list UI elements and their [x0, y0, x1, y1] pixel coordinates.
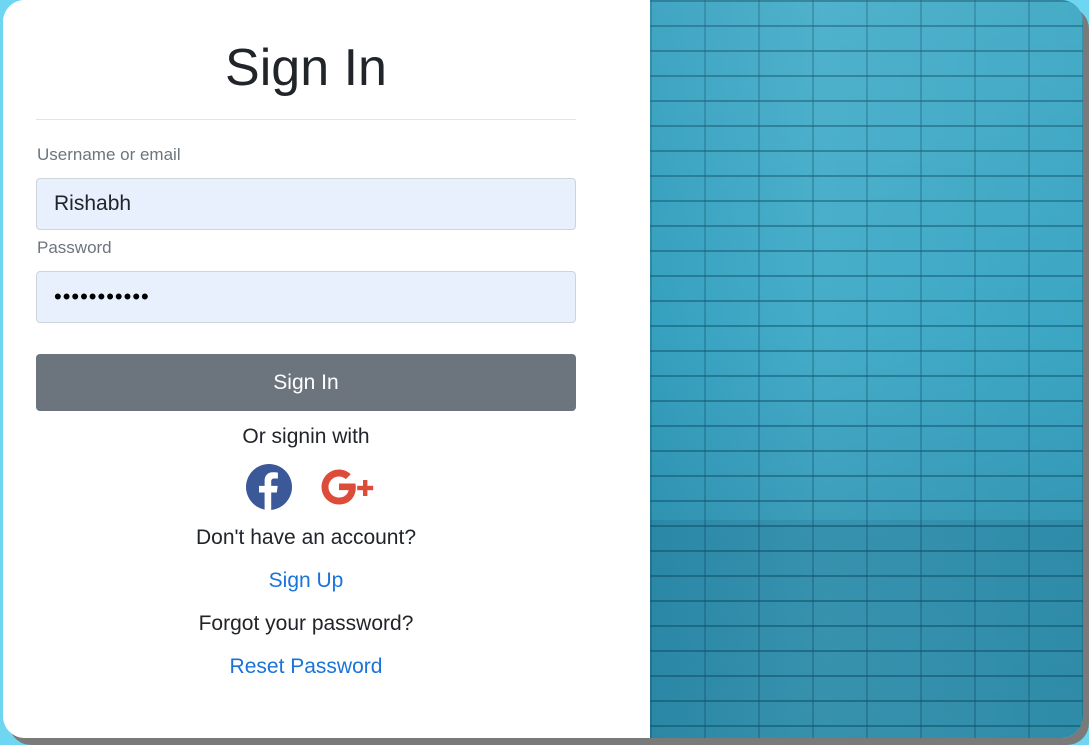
reset-password-link-row: Reset Password: [36, 655, 576, 679]
login-card: Sign In Username or email Rishabh Passwo…: [3, 0, 1083, 738]
facebook-icon[interactable]: [246, 464, 292, 510]
title-divider: [36, 119, 576, 120]
google-plus-icon[interactable]: [320, 466, 380, 508]
no-account-text: Don't have an account?: [196, 526, 416, 549]
password-field[interactable]: •••••••••••: [36, 271, 576, 323]
forgot-password-text: Forgot your password?: [198, 612, 414, 635]
brick-wall-image: [650, 0, 1083, 738]
sign-in-button[interactable]: Sign In: [36, 354, 576, 411]
password-value: •••••••••••: [54, 284, 150, 309]
image-shadow: [650, 520, 1083, 738]
page-title: Sign In: [225, 39, 387, 97]
reset-password-link[interactable]: Reset Password: [230, 655, 383, 678]
social-signin-prompt: Or signin with: [242, 425, 370, 448]
sign-up-link-row: Sign Up: [36, 569, 576, 593]
login-panel: Sign In Username or email Rishabh Passwo…: [3, 0, 650, 738]
username-value: Rishabh: [54, 192, 132, 215]
sign-up-link[interactable]: Sign Up: [269, 569, 344, 592]
username-label: Username or email: [37, 145, 181, 164]
password-label: Password: [37, 238, 112, 257]
username-field[interactable]: Rishabh: [36, 178, 576, 230]
